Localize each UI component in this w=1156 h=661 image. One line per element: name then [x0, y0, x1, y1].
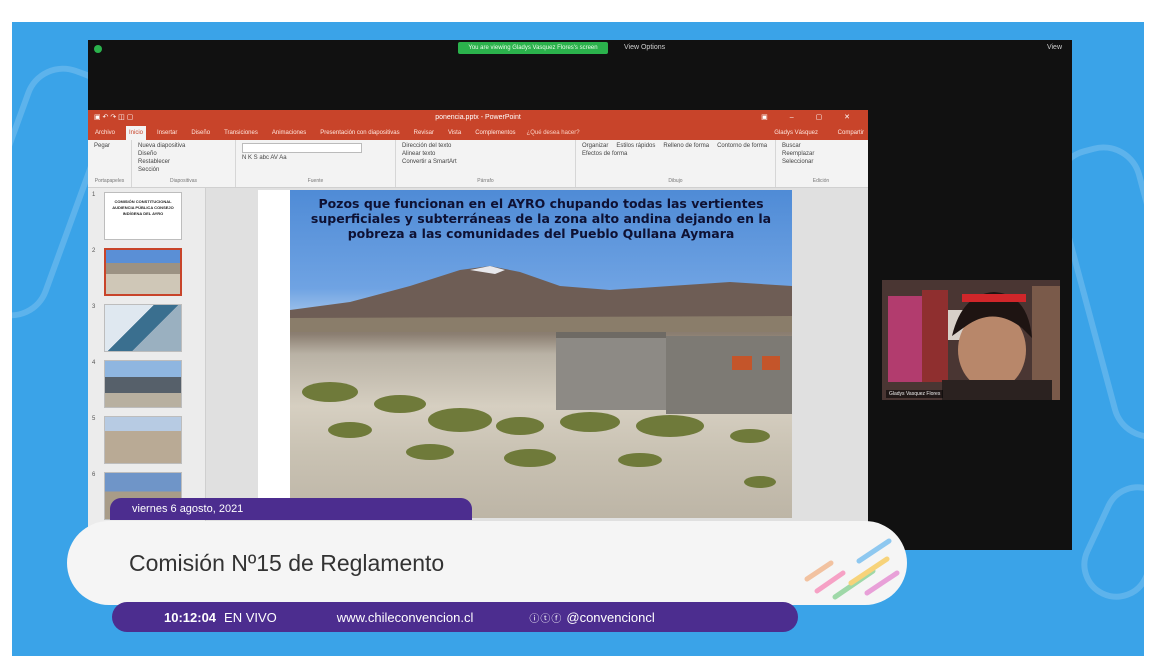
- slide-thumbnail-1[interactable]: COMISIÓN CONSTITUCIONAL AUDIENCIA PÚBLIC…: [104, 192, 182, 240]
- ribbon-group-paragraph: Dirección del texto Alinear texto Conver…: [396, 140, 576, 187]
- doodle-decoration: [1069, 472, 1144, 612]
- shape-outline-button[interactable]: Contorno de forma: [717, 143, 767, 149]
- ribbon-group-editing: Buscar Reemplazar Seleccionar Edición: [776, 140, 866, 187]
- font-format-buttons[interactable]: N K S abc AV Aa: [242, 155, 389, 161]
- arrange-button[interactable]: Organizar: [582, 143, 608, 149]
- tab-animaciones[interactable]: Animaciones: [269, 126, 309, 140]
- tab-archivo[interactable]: Archivo: [92, 126, 118, 140]
- slide-thumbnail-2[interactable]: [104, 248, 182, 296]
- tab-presentacion[interactable]: Presentación con diapositivas: [317, 126, 402, 140]
- powerpoint-window: ▣ ↶ ↷ ◫ ▢ ponencia.pptx - PowerPoint ▣ –…: [88, 110, 868, 542]
- view-options-button[interactable]: View Options: [624, 41, 665, 55]
- ribbon-group-drawing: Organizar Estilos rápidos Relleno de for…: [576, 140, 776, 187]
- clock-time: 10:12:04: [164, 609, 217, 625]
- live-indicator: EN VIVO: [224, 609, 277, 625]
- broadcast-background: You are viewing Gladys Vasquez Flores's …: [12, 22, 1144, 656]
- smartart-button[interactable]: Convertir a SmartArt: [402, 159, 569, 165]
- date-bar: viernes 6 agosto, 2021: [110, 498, 472, 520]
- share-button[interactable]: Compartir: [838, 130, 864, 136]
- tab-inicio[interactable]: Inicio: [126, 126, 147, 140]
- slide-thumbnails-pane[interactable]: 1 COMISIÓN CONSTITUCIONAL AUDIENCIA PÚBL…: [88, 188, 206, 542]
- text-direction-button[interactable]: Dirección del texto: [402, 143, 569, 149]
- participant-name: Gladys Vasquez Flores: [886, 390, 944, 398]
- tab-complementos[interactable]: Complementos: [472, 126, 518, 140]
- window-title: ponencia.pptx - PowerPoint: [435, 114, 521, 121]
- shape-fill-button[interactable]: Relleno de forma: [663, 143, 709, 149]
- find-button[interactable]: Buscar: [782, 143, 860, 149]
- zoom-top-bar: You are viewing Gladys Vasquez Flores's …: [88, 40, 1072, 62]
- ribbon-group-slides: Nueva diapositiva Diseño Restablecer Sec…: [132, 140, 236, 187]
- social-handle[interactable]: @convencioncl: [566, 610, 654, 625]
- tab-vista[interactable]: Vista: [445, 126, 464, 140]
- ribbon-group-font: N K S abc AV Aa Fuente: [236, 140, 396, 187]
- slide-title-text: Pozos que funcionan en el AYRO chupando …: [310, 196, 772, 241]
- group-label: Párrafo: [477, 178, 494, 184]
- view-button[interactable]: View: [1047, 41, 1062, 55]
- quick-styles-button[interactable]: Estilos rápidos: [616, 143, 655, 149]
- current-slide[interactable]: Pozos que funcionan en el AYRO chupando …: [258, 190, 792, 518]
- slide-number: 4: [92, 360, 96, 366]
- participant-video[interactable]: Gladys Vasquez Flores: [882, 280, 1060, 400]
- slide-thumbnail-4[interactable]: [104, 360, 182, 408]
- layout-button[interactable]: Diseño: [138, 151, 229, 157]
- select-button[interactable]: Seleccionar: [782, 159, 860, 165]
- session-title: Comisión Nº15 de Reglamento: [129, 550, 445, 576]
- group-label: Diapositivas: [170, 178, 197, 184]
- ribbon-tabs: Archivo Inicio Insertar Diseño Transicio…: [88, 126, 868, 140]
- slide-thumbnail-3[interactable]: [104, 304, 182, 352]
- slide-photo: Pozos que funcionan en el AYRO chupando …: [290, 190, 792, 518]
- group-label: Edición: [812, 178, 830, 184]
- user-name[interactable]: Gladys Vásquez: [774, 130, 818, 136]
- slide-number: 6: [92, 472, 96, 478]
- slide-number: 2: [92, 248, 96, 254]
- slide-number: 1: [92, 192, 96, 198]
- font-name-field[interactable]: [242, 143, 362, 153]
- shape-effects-button[interactable]: Efectos de forma: [582, 151, 627, 157]
- ribbon: Pegar Portapapeles Nueva diapositiva Dis…: [88, 140, 868, 188]
- group-label: Portapapeles: [94, 178, 125, 184]
- paste-button[interactable]: Pegar: [94, 143, 125, 149]
- replace-button[interactable]: Reemplazar: [782, 151, 860, 157]
- slide-thumbnail-5[interactable]: [104, 416, 182, 464]
- zoom-window: You are viewing Gladys Vasquez Flores's …: [88, 40, 1072, 550]
- session-title-bar: Comisión Nº15 de Reglamento: [67, 521, 907, 605]
- website-link[interactable]: www.chileconvencion.cl: [337, 610, 474, 625]
- ppt-title-bar: ▣ ↶ ↷ ◫ ▢ ponencia.pptx - PowerPoint ▣ –…: [88, 110, 868, 126]
- new-slide-button[interactable]: Nueva diapositiva: [138, 143, 229, 149]
- ribbon-group-clipboard: Pegar Portapapeles: [88, 140, 132, 187]
- tab-diseno[interactable]: Diseño: [188, 126, 213, 140]
- info-bar: 10:12:04 EN VIVO www.chileconvencion.cl …: [112, 602, 798, 632]
- tab-transiciones[interactable]: Transiciones: [221, 126, 261, 140]
- colorful-stripes-decoration: [804, 538, 900, 600]
- window-controls[interactable]: ▣ – ▢ ✕: [761, 110, 860, 126]
- tell-me-search[interactable]: ¿Qué desea hacer?: [527, 130, 580, 136]
- shield-icon: [94, 45, 102, 53]
- screen-share-banner: You are viewing Gladys Vasquez Flores's …: [458, 42, 608, 54]
- group-label: Dibujo: [668, 178, 683, 184]
- webcam-drawing: [882, 280, 1060, 400]
- slide-editor: 1 COMISIÓN CONSTITUCIONAL AUDIENCIA PÚBL…: [88, 188, 868, 542]
- group-label: Fuente: [307, 178, 324, 184]
- align-text-button[interactable]: Alinear texto: [402, 151, 569, 157]
- reset-button[interactable]: Restablecer: [138, 159, 229, 165]
- slide-number: 5: [92, 416, 96, 422]
- section-button[interactable]: Sección: [138, 167, 229, 173]
- slide-number: 3: [92, 304, 96, 310]
- tab-revisar[interactable]: Revisar: [411, 126, 437, 140]
- tab-insertar[interactable]: Insertar: [154, 126, 180, 140]
- social-icons: ⓘⓣⓕ: [529, 613, 563, 625]
